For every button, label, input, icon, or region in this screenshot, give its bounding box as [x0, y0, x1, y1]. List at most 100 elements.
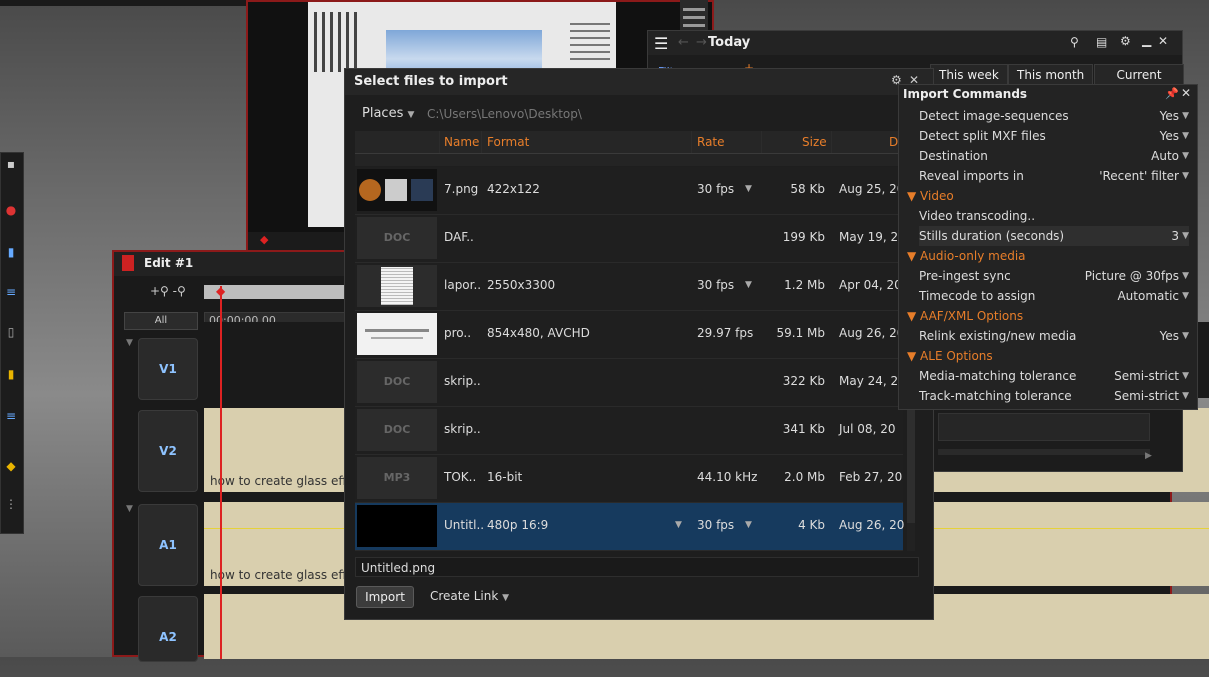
playhead-knob-icon[interactable]: ◆ — [216, 284, 225, 298]
chevron-down-icon: ▼ — [1182, 131, 1189, 141]
option-track-matching[interactable]: Track-matching tolerance Semi-strict ▼ — [919, 386, 1189, 406]
file-thumbnail — [357, 169, 437, 211]
gear-icon[interactable]: ⚙ — [1120, 34, 1131, 48]
option-detect-image-sequences[interactable]: Detect image-sequences Yes ▼ — [919, 106, 1189, 126]
option-video-transcoding[interactable]: Video transcoding.. — [919, 206, 1189, 226]
option-stills-duration[interactable]: Stills duration (seconds) 3 ▼ — [919, 226, 1189, 246]
table-row[interactable]: MP3 TOK.. 16-bit 44.10 kHz 2.0 Mb Feb 27… — [355, 455, 903, 503]
section-label: Audio-only media — [920, 249, 1026, 263]
col-name[interactable]: Name — [444, 135, 479, 149]
section-audio-only[interactable]: ▼ Audio-only media — [907, 246, 1026, 266]
chevron-down-icon: ▼ — [1182, 151, 1189, 161]
all-button[interactable]: All — [124, 312, 198, 330]
hamburger-icon[interactable]: ☰ — [654, 34, 668, 53]
option-value: Auto — [1151, 149, 1179, 163]
zoom-controls[interactable]: +⚲ -⚲ — [150, 284, 186, 298]
option-relink[interactable]: Relink existing/new media Yes ▼ — [919, 326, 1189, 346]
option-reveal-imports[interactable]: Reveal imports in 'Recent' filter ▼ — [919, 166, 1189, 186]
table-row[interactable]: 7.png 422x122 30 fps ▼ 58 Kb Aug 25, 20 — [355, 167, 904, 215]
col-rate[interactable]: Rate — [697, 135, 725, 149]
file-size: 2.0 Mb — [784, 470, 825, 484]
list-view-icon[interactable]: ▤ — [1096, 35, 1107, 49]
file-name: skrip.. — [444, 422, 481, 436]
table-row[interactable]: DOC skrip.. 322 Kb May 24, 20 — [355, 359, 906, 407]
list-icon[interactable]: ≡ — [3, 285, 19, 299]
scroll-right-icon[interactable]: ▶ — [1145, 451, 1152, 461]
rate-dropdown-icon[interactable]: ▼ — [745, 184, 752, 194]
col-size[interactable]: Size — [802, 135, 827, 149]
clip-icon[interactable]: ▮ — [3, 367, 19, 381]
chevron-down-icon: ▼ — [407, 110, 415, 120]
col-format[interactable]: Format — [487, 135, 529, 149]
collapse-video-icon[interactable]: ▼ — [126, 338, 133, 348]
format-dropdown-icon[interactable]: ▼ — [675, 520, 682, 530]
section-ale[interactable]: ▼ ALE Options — [907, 346, 993, 366]
option-pre-ingest-sync[interactable]: Pre-ingest sync Picture @ 30fps ▼ — [919, 266, 1189, 286]
top-left-bar — [0, 0, 250, 6]
minimize-icon[interactable]: ▁ — [1142, 33, 1151, 47]
back-icon[interactable]: ← — [678, 35, 689, 50]
file-format: 2550x3300 — [487, 278, 556, 292]
file-format[interactable]: 480p 16:9 — [487, 518, 548, 532]
record-icon[interactable]: ● — [3, 203, 19, 217]
panel-close-icon[interactable]: ✕ — [1181, 86, 1191, 100]
track-header-v2[interactable]: V2 — [138, 410, 198, 492]
current-button[interactable]: Current — [1094, 64, 1184, 86]
file-size: 59.1 Mb — [776, 326, 825, 340]
forward-icon[interactable]: → — [696, 35, 707, 50]
option-detect-split-mxf[interactable]: Detect split MXF files Yes ▼ — [919, 126, 1189, 146]
option-timecode[interactable]: Timecode to assign Automatic ▼ — [919, 286, 1189, 306]
file-rate[interactable]: 30 fps — [697, 278, 734, 292]
import-button[interactable]: Import — [356, 586, 414, 608]
file-size: 322 Kb — [782, 374, 825, 388]
chevron-down-icon: ▼ — [1182, 371, 1189, 381]
path-field[interactable]: C:\Users\Lenovo\Desktop\ — [427, 107, 582, 121]
option-value: Yes — [1159, 109, 1179, 123]
table-row[interactable]: pro.. 854x480, AVCHD 29.97 fps 59.1 Mb A… — [355, 311, 904, 359]
playhead[interactable] — [220, 286, 222, 659]
menu-icon[interactable]: ≡ — [3, 409, 19, 423]
monitor-icon[interactable]: ▮ — [3, 245, 19, 259]
filename-field[interactable]: Untitled.png — [355, 557, 919, 577]
option-value: Yes — [1159, 129, 1179, 143]
file-size: 199 Kb — [782, 230, 825, 244]
this-month-button[interactable]: This month — [1008, 64, 1094, 86]
rate-dropdown-icon[interactable]: ▼ — [745, 520, 752, 530]
table-row-selected[interactable]: Untitl.. 480p 16:9 ▼ 30 fps ▼ 4 Kb Aug 2… — [355, 503, 904, 551]
option-media-matching[interactable]: Media-matching tolerance Semi-strict ▼ — [919, 366, 1189, 386]
today-hscroll[interactable] — [938, 449, 1150, 455]
section-aaf-xml[interactable]: ▼ AAF/XML Options — [907, 306, 1023, 326]
file-rate[interactable]: 30 fps — [697, 182, 734, 196]
option-destination[interactable]: Destination Auto ▼ — [919, 146, 1189, 166]
option-label: Timecode to assign — [919, 289, 1036, 303]
pin-icon[interactable]: 📌 — [1165, 87, 1179, 100]
import-dialog: Select files to import ⚙ ✕ Places ▼ C:\U… — [344, 68, 934, 620]
option-label: Pre-ingest sync — [919, 269, 1011, 283]
chevron-down-icon: ▼ — [1182, 291, 1189, 301]
pin-icon[interactable]: ▪ — [3, 157, 19, 171]
dots-icon[interactable]: ⋮ — [3, 497, 19, 511]
file-rate[interactable]: 30 fps — [697, 518, 734, 532]
create-link-dropdown[interactable]: Create Link ▼ — [430, 589, 509, 603]
option-label: Relink existing/new media — [919, 329, 1077, 343]
today-field[interactable] — [938, 413, 1150, 441]
table-row[interactable]: lapor.. 2550x3300 30 fps ▼ 1.2 Mb Apr 04… — [355, 263, 903, 311]
file-thumbnail — [357, 265, 437, 307]
rate-dropdown-icon[interactable]: ▼ — [745, 280, 752, 290]
track-header-v1[interactable]: V1 — [138, 338, 198, 400]
doc-thumbnail: DOC — [357, 361, 437, 403]
timeline-ruler[interactable] — [204, 285, 354, 299]
track-header-a2[interactable]: A2 — [138, 596, 198, 662]
collapse-audio-icon[interactable]: ▼ — [126, 504, 133, 514]
places-dropdown[interactable]: Places ▼ — [362, 106, 414, 121]
diamond-icon[interactable]: ◆ — [3, 459, 19, 473]
section-video[interactable]: ▼ Video — [907, 186, 954, 206]
table-row[interactable]: DOC skrip.. 341 Kb Jul 08, 20 — [355, 407, 903, 455]
track-header-a1[interactable]: A1 — [138, 504, 198, 586]
table-row[interactable]: DOC DAF.. 199 Kb May 19, 20 — [355, 215, 906, 263]
search-icon[interactable]: ⚲ — [1070, 35, 1079, 49]
this-week-button[interactable]: This week — [930, 64, 1008, 86]
option-value: 3 — [1171, 229, 1179, 243]
document-icon[interactable]: ▯ — [3, 325, 19, 339]
close-icon[interactable]: ✕ — [1158, 34, 1168, 48]
